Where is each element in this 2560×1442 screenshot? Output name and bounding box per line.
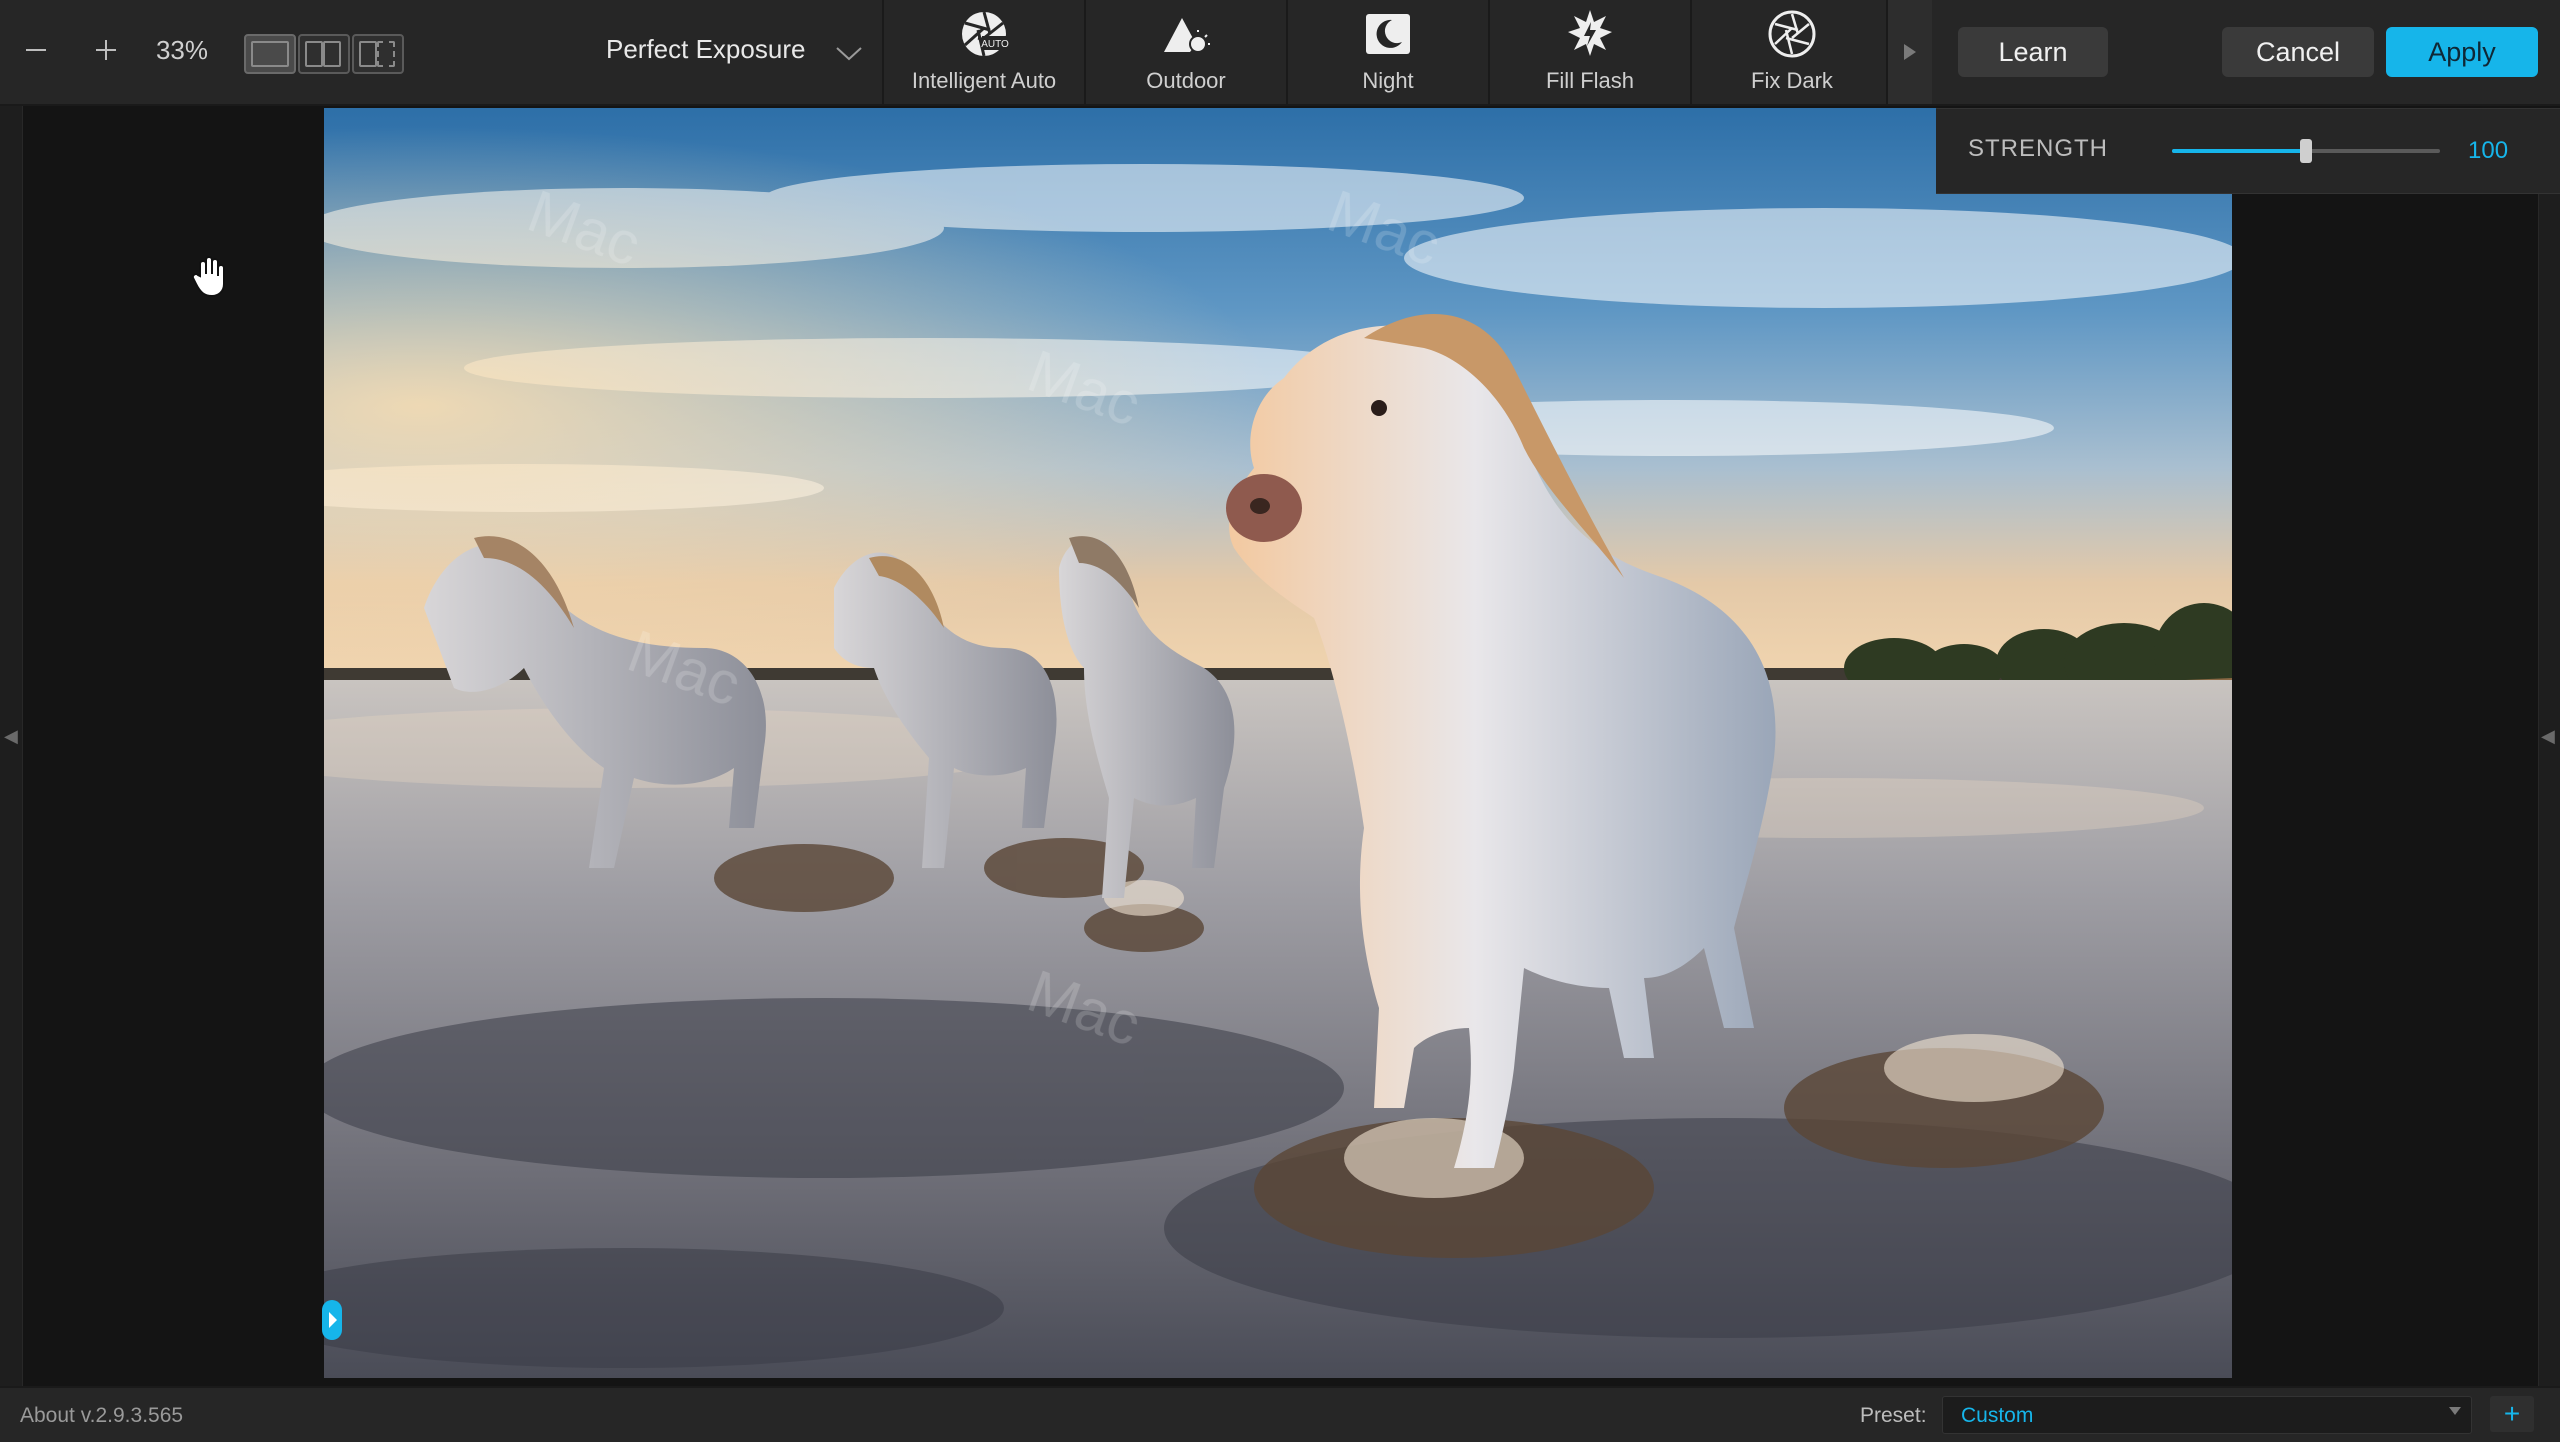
strength-panel: STRENGTH 100 — [1936, 108, 2560, 194]
preset-label: Preset: — [1860, 1404, 1927, 1427]
preset-group-label: Perfect Exposure — [606, 34, 806, 64]
cancel-button[interactable]: Cancel — [2222, 27, 2374, 77]
split-view-button[interactable] — [298, 34, 350, 74]
preset-label: Fill Flash — [1545, 68, 1634, 93]
apply-button[interactable]: Apply — [2386, 27, 2538, 77]
chevron-right-icon — [1904, 44, 1916, 60]
preset-select[interactable]: Custom — [1942, 1396, 2472, 1434]
single-view-button[interactable] — [244, 34, 296, 74]
add-preset-button[interactable]: + — [2490, 1396, 2534, 1432]
preset-outdoor[interactable]: Outdoor — [1086, 0, 1286, 104]
preset-select-value: Custom — [1961, 1404, 2034, 1427]
preset-fill-flash[interactable]: Fill Flash — [1490, 0, 1690, 104]
flash-burst-icon — [1562, 6, 1618, 62]
preset-group-dropdown[interactable]: Perfect Exposure — [560, 14, 880, 90]
plus-icon — [96, 40, 116, 60]
horses-photo: Mac Mac Mac Mac Mac — [324, 108, 2232, 1378]
right-panel-toggle[interactable]: ◀ — [2538, 192, 2560, 1386]
zoom-level[interactable]: 33% — [146, 30, 218, 70]
aperture-auto-icon: AUTO — [956, 6, 1012, 62]
caret-down-icon — [2449, 1407, 2461, 1415]
strength-slider-thumb[interactable] — [2300, 139, 2312, 163]
preset-intelligent-auto[interactable]: AUTO Intelligent Auto — [884, 0, 1084, 104]
mountain-sun-icon — [1158, 6, 1214, 62]
strength-label: STRENGTH — [1968, 135, 2108, 162]
minus-icon — [26, 49, 46, 51]
strength-slider[interactable] — [2172, 139, 2440, 163]
compare-slider-handle[interactable] — [322, 1300, 346, 1340]
about-version-link[interactable]: About v.2.9.3.565 — [20, 1404, 183, 1428]
moon-icon — [1360, 6, 1416, 62]
aperture-icon — [1764, 6, 1820, 62]
split-view-icon — [305, 41, 323, 67]
zoom-in-button[interactable] — [88, 30, 124, 70]
strength-slider-fill — [2172, 149, 2306, 153]
preset-label: Night — [1362, 68, 1414, 93]
preset-label: Fix Dark — [1751, 68, 1833, 93]
left-panel-toggle[interactable]: ◀ — [0, 106, 23, 1386]
photo-canvas[interactable]: Mac Mac Mac Mac Mac — [324, 108, 2232, 1378]
zoom-out-button[interactable] — [18, 30, 54, 70]
compare-view-icon — [359, 41, 377, 67]
hand-cursor-icon — [190, 254, 230, 298]
chevron-left-icon: ◀ — [2541, 726, 2555, 746]
learn-button[interactable]: Learn — [1958, 27, 2108, 77]
top-toolbar: 33% Perfect Exposure AUTO Intelligent Au… — [0, 0, 2560, 106]
status-bar: About v.2.9.3.565 Preset: Custom + — [0, 1386, 2560, 1442]
chevron-down-icon — [836, 47, 862, 61]
svg-text:AUTO: AUTO — [981, 39, 1009, 50]
compare-view-button[interactable] — [352, 34, 404, 74]
plus-icon: + — [2503, 1398, 2521, 1429]
single-view-icon — [251, 41, 289, 67]
preset-fix-dark[interactable]: Fix Dark — [1692, 0, 1892, 104]
strength-value[interactable]: 100 — [2468, 137, 2508, 165]
preset-night[interactable]: Night — [1288, 0, 1488, 104]
preset-label: Outdoor — [1146, 68, 1226, 93]
chevron-left-icon: ◀ — [4, 726, 18, 746]
preset-label: Intelligent Auto — [911, 68, 1057, 93]
more-presets-button[interactable] — [1888, 0, 1932, 104]
